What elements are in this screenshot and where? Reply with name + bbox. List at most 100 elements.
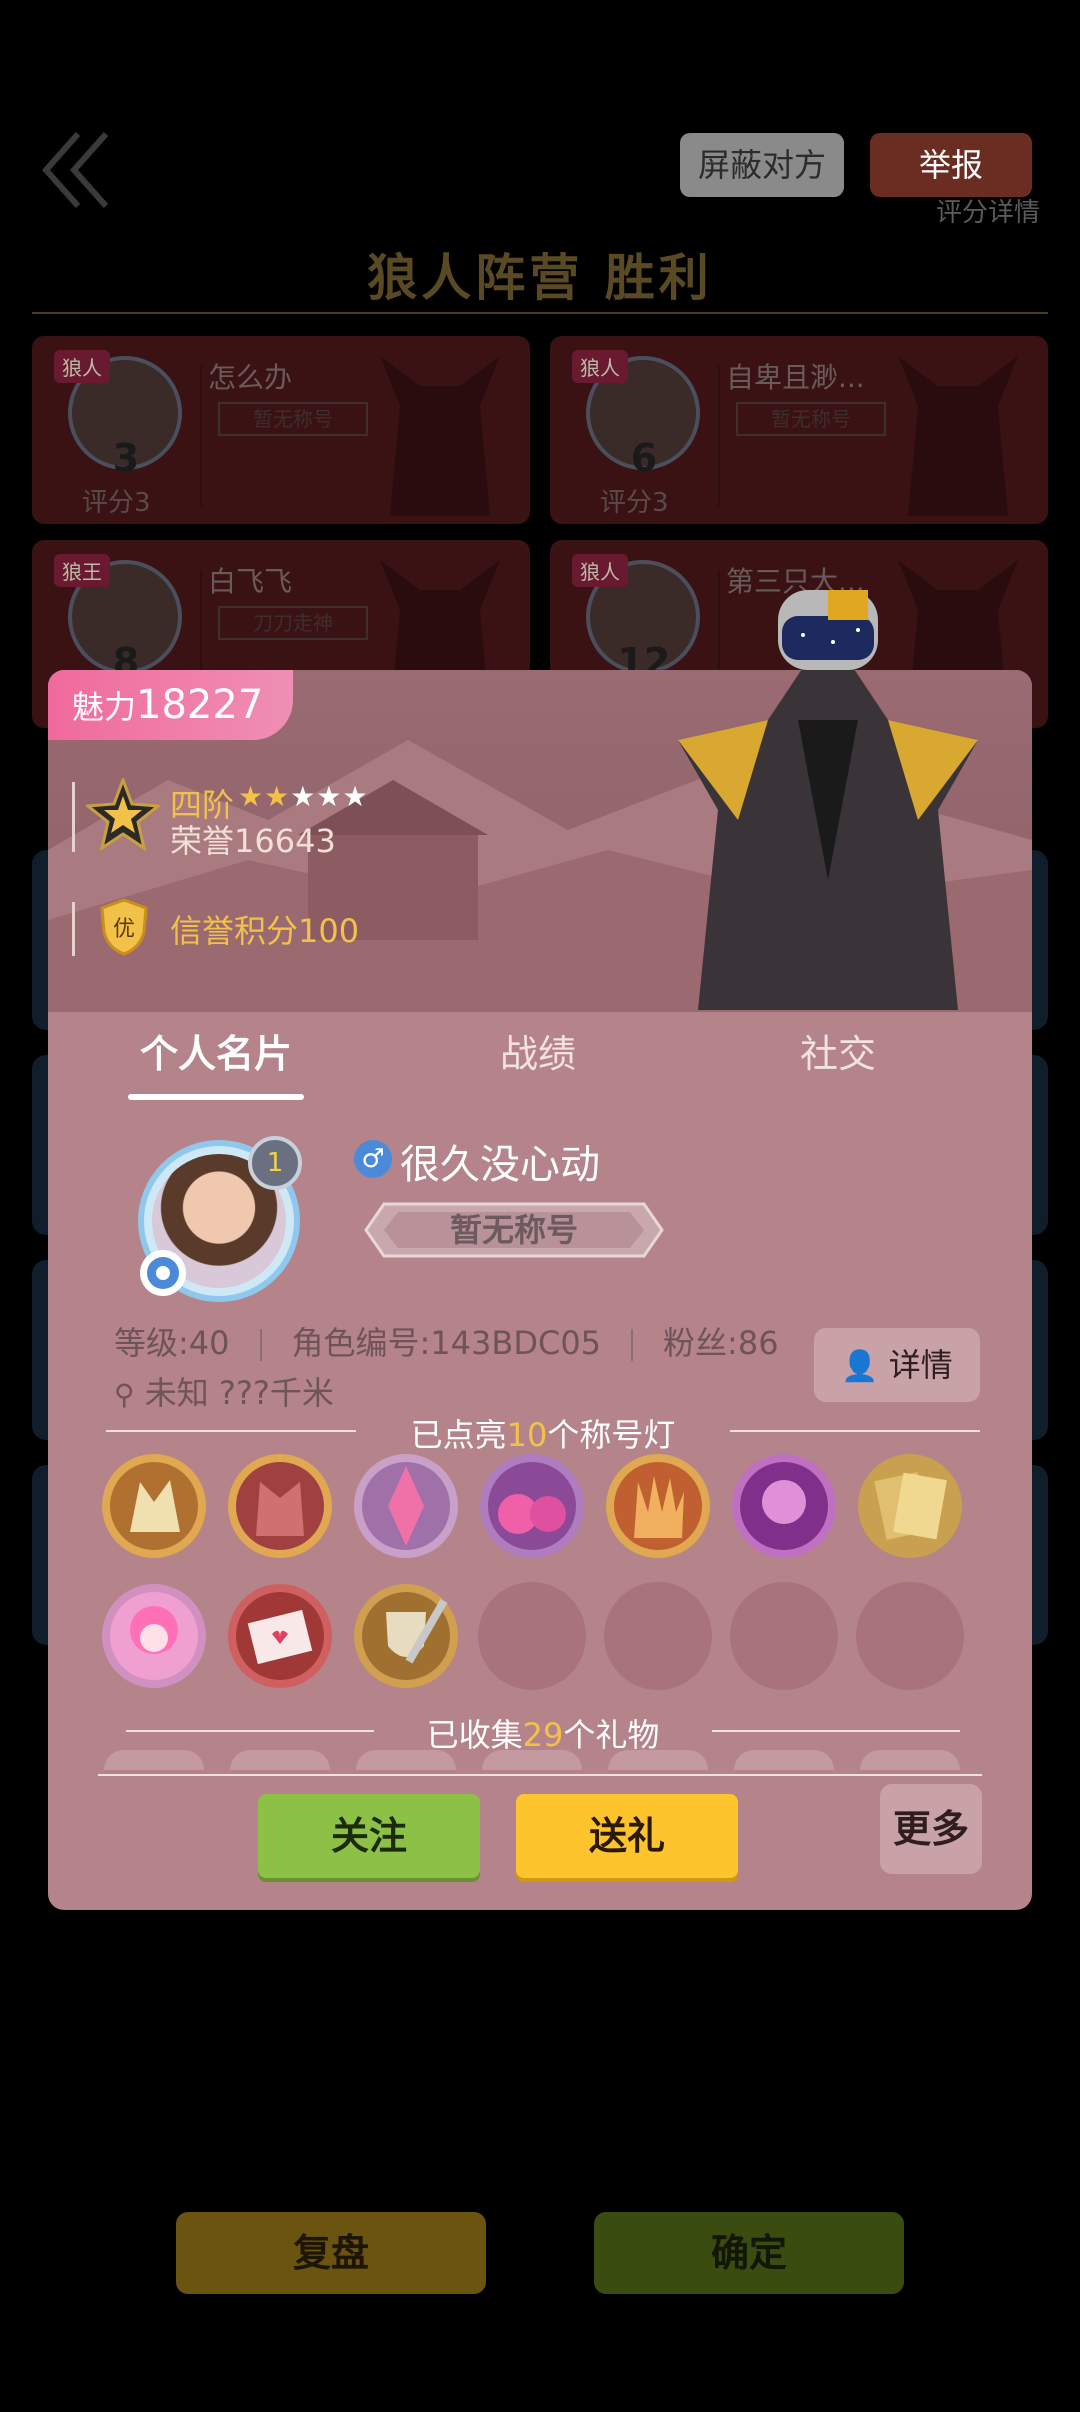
rank-stars: ★★★★★ xyxy=(238,780,369,813)
detail-button[interactable]: 👤 详情 xyxy=(814,1328,980,1402)
gifts-count: 29 xyxy=(522,1716,564,1754)
role-tag: 狼人 xyxy=(572,554,628,587)
tab-social[interactable]: 社交 xyxy=(768,1012,908,1104)
stat-fans: 粉丝:86 xyxy=(663,1324,779,1362)
charm-badge: 魅力18227 xyxy=(48,670,294,740)
confirm-button[interactable]: 确定 xyxy=(594,2212,904,2294)
player-score: 评分3 xyxy=(600,488,669,518)
gift-item[interactable] xyxy=(104,1750,204,1770)
potion-icon[interactable] xyxy=(478,1452,586,1560)
couple-card-icon[interactable] xyxy=(856,1452,964,1560)
badges-suffix: 个称号灯 xyxy=(547,1416,676,1454)
male-gender-icon: ♂ xyxy=(354,1140,392,1178)
divider xyxy=(718,366,720,506)
result-title: 狼人阵营 胜利 xyxy=(367,249,713,307)
rank-star-emblem-icon xyxy=(86,778,160,852)
star-filled-icon: ★ xyxy=(238,780,265,813)
divider xyxy=(98,1774,982,1776)
player-name: 白飞飞 xyxy=(208,565,293,598)
divider xyxy=(712,1730,960,1732)
location: ⚲ 未知 ???千米 xyxy=(114,1368,334,1414)
empty-badge-slot xyxy=(856,1582,964,1690)
charm-label: 魅力 xyxy=(72,688,137,726)
divider xyxy=(126,1730,374,1732)
flower-icon xyxy=(140,1250,186,1296)
claw-hand-icon[interactable] xyxy=(604,1452,712,1560)
back-button[interactable] xyxy=(40,120,120,220)
badges-count: 10 xyxy=(506,1416,548,1454)
empty-badge-slot xyxy=(604,1582,712,1690)
stat-role-id: 角色编号:143BDC05 xyxy=(291,1324,602,1362)
player-title: 刀刀走神 xyxy=(218,606,368,640)
divider xyxy=(32,312,1048,314)
gift-item[interactable] xyxy=(230,1750,330,1770)
gift-list xyxy=(104,1750,984,1770)
role-tag: 狼人 xyxy=(54,350,110,383)
divider xyxy=(72,782,75,852)
star-empty-icon: ★ xyxy=(316,780,343,813)
player-title: 暂无称号 xyxy=(218,402,368,436)
player-card[interactable]: 狼人 6 自卑且渺... 暂无称号 评分3 xyxy=(550,336,1048,524)
gift-item[interactable] xyxy=(608,1750,708,1770)
player-name: 自卑且渺... xyxy=(726,361,865,394)
block-button[interactable]: 屏蔽对方 xyxy=(680,133,844,197)
divider xyxy=(259,1329,262,1361)
empty-badge-slot xyxy=(478,1582,586,1690)
divider xyxy=(106,1430,356,1432)
divider xyxy=(631,1329,634,1361)
replay-button[interactable]: 复盘 xyxy=(176,2212,486,2294)
divider xyxy=(72,902,75,956)
credit-badge-text: 优 xyxy=(113,917,135,942)
werewolf-icon[interactable] xyxy=(226,1452,334,1560)
gift-item[interactable] xyxy=(482,1750,582,1770)
girl-mascot-icon[interactable] xyxy=(100,1582,208,1690)
profile-tabs: 个人名片 战绩 社交 xyxy=(48,1012,1032,1104)
tab-profile-card[interactable]: 个人名片 xyxy=(128,1012,304,1104)
gifts-suffix: 个礼物 xyxy=(563,1716,660,1754)
tab-underline xyxy=(128,1094,304,1100)
location-text: 未知 ???千米 xyxy=(144,1374,334,1412)
star-empty-icon: ★ xyxy=(342,780,369,813)
star-empty-icon: ★ xyxy=(290,780,317,813)
role-tag: 狼人 xyxy=(572,350,628,383)
title-text: 暂无称号 xyxy=(449,1211,578,1249)
send-gift-button[interactable]: 送礼 xyxy=(516,1794,738,1878)
report-button[interactable]: 举报 xyxy=(870,133,1032,197)
love-letter-icon[interactable] xyxy=(226,1582,334,1690)
divider xyxy=(200,366,202,506)
gift-item[interactable] xyxy=(356,1750,456,1770)
role-tag: 狼王 xyxy=(54,554,110,587)
player-score: 评分3 xyxy=(82,488,151,518)
more-button[interactable]: 更多 xyxy=(880,1784,982,1874)
player-name: 怎么办 xyxy=(208,361,293,394)
profile-card-modal: 魅力18227 四阶 ★★★★★ 荣誉16643 优 信誉积分100 个人名片 … xyxy=(48,590,1032,1910)
crystal-icon[interactable] xyxy=(352,1452,460,1560)
wolf-portrait-icon xyxy=(380,356,500,516)
gifts-prefix: 已收集 xyxy=(426,1716,523,1754)
profile-stats: 等级:40 角色编号:143BDC05 粉丝:86 xyxy=(114,1318,779,1364)
level-badge: 1 xyxy=(248,1136,302,1190)
seat-number: 6 xyxy=(630,436,658,480)
shield-sword-icon[interactable] xyxy=(352,1582,460,1690)
gifts-section-title: 已收集29个礼物 xyxy=(106,1710,980,1754)
wolf-head-icon[interactable] xyxy=(100,1452,208,1560)
gift-item[interactable] xyxy=(860,1750,960,1770)
follow-button[interactable]: 关注 xyxy=(258,1794,480,1878)
badges-section-title: 已点亮10个称号灯 xyxy=(106,1410,980,1454)
character-outfit-image xyxy=(678,590,978,1010)
tab-records[interactable]: 战绩 xyxy=(468,1012,608,1104)
gift-item[interactable] xyxy=(734,1750,834,1770)
nickname: 很久没心动 xyxy=(400,1142,600,1188)
witch-icon[interactable] xyxy=(730,1452,838,1560)
person-icon: 👤 xyxy=(841,1349,879,1384)
seat-number: 3 xyxy=(112,436,140,480)
player-title: 暂无称号 xyxy=(736,402,886,436)
location-pin-icon: ⚲ xyxy=(114,1378,135,1411)
star-filled-icon: ★ xyxy=(264,780,291,813)
divider xyxy=(730,1430,980,1432)
rating-detail-link[interactable]: 评分详情 xyxy=(936,192,1040,229)
player-card[interactable]: 狼人 3 怎么办 暂无称号 评分3 xyxy=(32,336,530,524)
stat-level: 等级:40 xyxy=(114,1324,230,1362)
charm-value: 18227 xyxy=(136,682,264,728)
wolf-portrait-icon xyxy=(898,356,1018,516)
